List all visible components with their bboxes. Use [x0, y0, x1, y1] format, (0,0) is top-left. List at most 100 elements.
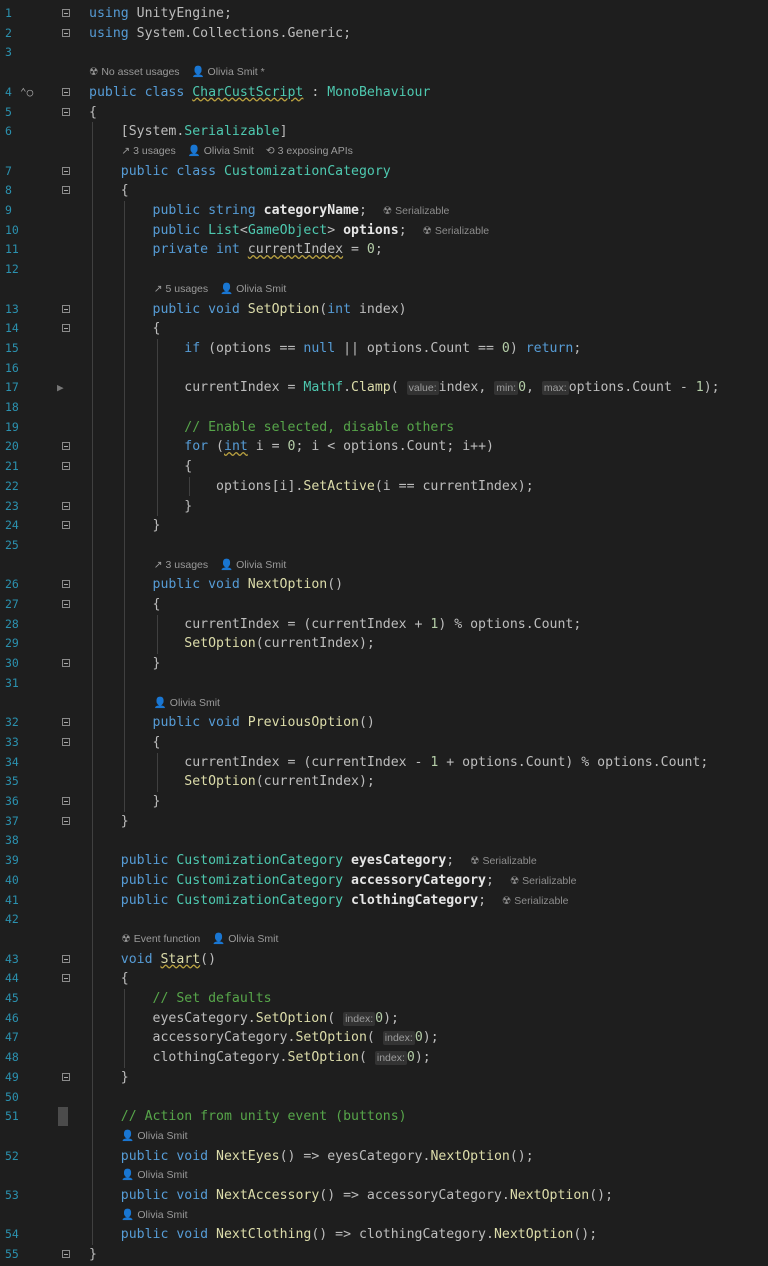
code-line[interactable]: 4 ⌃○ public class CharCustScript : MonoBeh… — [0, 83, 768, 103]
code-lens-item[interactable]: ↗ 3 usages — [121, 145, 175, 157]
fold-box-icon[interactable] — [62, 816, 70, 825]
fold-box-icon[interactable] — [62, 9, 70, 17]
code-lens-item[interactable]: 👤 Olivia Smit — [121, 1130, 187, 1142]
code-line[interactable]: 12 — [0, 260, 768, 280]
code-line[interactable]: 11 private int currentIndex = 0; — [0, 240, 768, 260]
code-lens-item[interactable]: 👤 Olivia Smit — [154, 697, 220, 709]
code-line[interactable]: 3 — [0, 43, 768, 63]
fold-box-icon[interactable] — [62, 737, 70, 746]
fold-box-icon[interactable] — [62, 1072, 70, 1081]
fold-box-icon[interactable] — [62, 797, 70, 805]
code-lens[interactable]: 👤 Olivia Smit — [121, 1166, 199, 1186]
code-line[interactable]: 48 clothingCategory.SetOption( index: 0); — [0, 1048, 768, 1068]
fold-box-icon[interactable] — [62, 186, 70, 195]
code-lens-item[interactable]: 👤 Olivia Smit — [220, 559, 286, 571]
code-lens-item[interactable]: ↗ 5 usages — [154, 283, 208, 295]
code-lens-item[interactable]: 👤 Olivia Smit — [121, 1209, 187, 1221]
fold-box-icon[interactable] — [62, 580, 70, 589]
code-line[interactable]: 28 currentIndex = (currentIndex + 1) % o… — [0, 615, 768, 635]
fold-box-icon[interactable] — [62, 107, 70, 116]
code-line[interactable]: 26 public void NextOption() — [0, 575, 768, 595]
code-line[interactable]: 49 } — [0, 1068, 768, 1088]
code-line[interactable]: 24 } — [0, 516, 768, 536]
code-line[interactable]: 6 [System.Serializable] — [0, 122, 768, 142]
code-line[interactable]: 50 — [0, 1088, 768, 1108]
code-line[interactable]: 2 using System.Collections.Generic; — [0, 24, 768, 44]
code-line[interactable]: 42 — [0, 910, 768, 930]
code-line[interactable]: 44 { — [0, 969, 768, 989]
code-lens[interactable]: ☢ No asset usages 👤 Olivia Smit * — [89, 63, 277, 83]
code-line[interactable]: 55} — [0, 1245, 768, 1265]
override-indicator-icon[interactable]: ⌃○ — [20, 83, 40, 103]
code-line[interactable]: 15 if (options == null || options.Count … — [0, 339, 768, 359]
code-line[interactable]: 39 public CustomizationCategory eyesCate… — [0, 851, 768, 871]
code-line[interactable]: 53 public void NextAccessory() => access… — [0, 1186, 768, 1206]
code-line[interactable]: 47 accessoryCategory.SetOption( index: 0)… — [0, 1028, 768, 1048]
code-lens-item[interactable]: 👤 Olivia Smit * — [192, 66, 265, 78]
code-line[interactable]: 20 for (int i = 0; i < options.Count; i+… — [0, 437, 768, 457]
fold-box-icon[interactable] — [62, 521, 70, 530]
code-line[interactable]: 45 // Set defaults — [0, 989, 768, 1009]
code-line[interactable]: 9 public string categoryName; ☢ Serializ… — [0, 201, 768, 221]
fold-box-icon[interactable] — [62, 974, 70, 983]
code-line[interactable]: 32 public void PreviousOption() — [0, 713, 768, 733]
code-line[interactable]: 14 { — [0, 319, 768, 339]
execution-arrow-icon[interactable]: ▶ — [57, 378, 77, 398]
code-lens[interactable]: ↗ 3 usages 👤 Olivia Smit — [154, 556, 299, 576]
code-line[interactable]: 18 — [0, 398, 768, 418]
code-lens-item[interactable]: 👤 Olivia Smit — [188, 145, 254, 157]
code-line[interactable]: 52 public void NextEyes() => eyesCategor… — [0, 1147, 768, 1167]
code-lens[interactable]: ↗ 3 usages 👤 Olivia Smit ⟲ 3 exposing APIs — [121, 142, 365, 162]
code-line[interactable]: 1 using UnityEngine; — [0, 4, 768, 24]
code-line[interactable]: 31 — [0, 674, 768, 694]
code-line[interactable]: 33 { — [0, 733, 768, 753]
code-lens[interactable]: ↗ 5 usages 👤 Olivia Smit — [154, 280, 299, 300]
code-line[interactable]: 40 public CustomizationCategory accessor… — [0, 871, 768, 891]
fold-box-icon[interactable] — [62, 659, 70, 668]
code-lens-item[interactable]: 👤 Olivia Smit — [121, 1169, 187, 1181]
code-lens-item[interactable]: ☢ No asset usages — [89, 66, 180, 78]
fold-box-icon[interactable] — [62, 442, 70, 451]
fold-box-icon[interactable] — [62, 1250, 70, 1259]
fold-box-icon[interactable] — [62, 304, 70, 313]
code-lens[interactable]: 👤 Olivia Smit — [154, 694, 232, 714]
code-editor[interactable]: 1 using UnityEngine; 2 using System.Collect… — [0, 0, 768, 1266]
code-line[interactable]: 5{ — [0, 103, 768, 123]
code-line[interactable]: 23 } — [0, 497, 768, 517]
code-lens-item[interactable]: 👤 Olivia Smit — [220, 283, 286, 295]
fold-box-icon[interactable] — [62, 954, 70, 963]
fold-box-icon[interactable] — [62, 718, 70, 727]
code-line[interactable]: 25 — [0, 536, 768, 556]
fold-box-icon[interactable] — [62, 501, 70, 510]
code-line[interactable]: 54 public void NextClothing() => clothin… — [0, 1225, 768, 1245]
code-line[interactable]: 21 { — [0, 457, 768, 477]
code-line[interactable]: 16 — [0, 359, 768, 379]
code-line[interactable]: 13 public void SetOption(int index) — [0, 300, 768, 320]
fold-box-icon[interactable] — [62, 462, 70, 471]
code-line[interactable]: 22 options[i].SetActive(i == currentInde… — [0, 477, 768, 497]
code-line[interactable]: 7 public class CustomizationCategory — [0, 162, 768, 182]
fold-box-icon[interactable] — [62, 324, 70, 333]
fold-box-icon[interactable] — [62, 600, 70, 608]
code-line[interactable]: 35 SetOption(currentIndex); — [0, 772, 768, 792]
code-lens-item[interactable]: ☢ Event function — [121, 933, 200, 945]
code-line[interactable]: 19 // Enable selected, disable others — [0, 418, 768, 438]
code-lens[interactable]: 👤 Olivia Smit — [121, 1127, 199, 1147]
code-lens[interactable]: 👤 Olivia Smit — [121, 1206, 199, 1226]
code-lens-item[interactable]: 👤 Olivia Smit — [212, 933, 278, 945]
code-line[interactable]: 30 } — [0, 654, 768, 674]
code-line[interactable]: 27 { — [0, 595, 768, 615]
code-line[interactable]: 37 } — [0, 812, 768, 832]
fold-box-icon[interactable] — [62, 28, 70, 37]
code-lens[interactable]: ☢ Event function 👤 Olivia Smit — [121, 930, 290, 950]
code-line[interactable]: 51 // Action from unity event (buttons) — [0, 1107, 768, 1127]
code-line[interactable]: 41 public CustomizationCategory clothing… — [0, 891, 768, 911]
code-lens-item[interactable]: ↗ 3 usages — [154, 559, 208, 571]
code-line[interactable]: 36 } — [0, 792, 768, 812]
fold-box-icon[interactable] — [62, 166, 70, 175]
fold-box-icon[interactable] — [62, 87, 70, 96]
code-line[interactable]: 46 eyesCategory.SetOption( index: 0); — [0, 1009, 768, 1029]
code-line[interactable]: 29 SetOption(currentIndex); — [0, 634, 768, 654]
code-line[interactable]: 38 — [0, 831, 768, 851]
code-lens-item[interactable]: ⟲ 3 exposing APIs — [266, 145, 353, 157]
